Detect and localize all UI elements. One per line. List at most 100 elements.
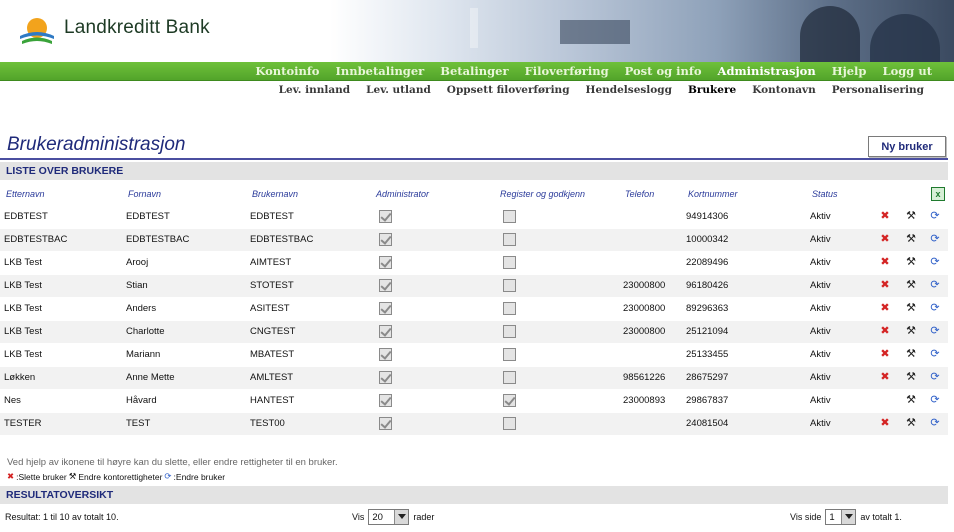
refresh-icon[interactable]: ⟳ <box>929 256 941 269</box>
column-header[interactable]: Kortnummer <box>688 189 738 199</box>
wrench-icon[interactable]: ⚒ <box>905 394 917 407</box>
wrench-icon[interactable]: ⚒ <box>905 302 917 315</box>
register-approve-checkbox[interactable] <box>503 302 516 315</box>
sub-nav-item[interactable]: Oppsett filoverføring <box>439 83 578 97</box>
administrator-checkbox[interactable] <box>379 256 392 269</box>
column-header[interactable]: Brukernavn <box>252 189 298 199</box>
delete-icon[interactable]: ✖ <box>879 210 891 223</box>
delete-icon[interactable]: ✖ <box>879 325 891 338</box>
refresh-icon[interactable]: ⟳ <box>929 233 941 246</box>
cell-kortnummer: 89296363 <box>686 303 729 314</box>
refresh-icon[interactable]: ⟳ <box>929 371 941 384</box>
wrench-icon[interactable]: ⚒ <box>905 417 917 430</box>
refresh-icon[interactable]: ⟳ <box>929 210 941 223</box>
administrator-checkbox[interactable] <box>379 371 392 384</box>
sub-nav-item[interactable]: Brukere <box>680 83 744 97</box>
main-nav-item[interactable]: Hjelp <box>824 64 875 79</box>
column-header[interactable]: Etternavn <box>6 189 45 199</box>
main-nav-item[interactable]: Betalinger <box>432 64 516 79</box>
refresh-icon[interactable]: ⟳ <box>929 279 941 292</box>
register-approve-checkbox[interactable] <box>503 394 516 407</box>
sub-nav: Lev. innland Lev. utland Oppsett filoverfø… <box>271 83 932 97</box>
cell-etternavn: TESTER <box>4 418 42 429</box>
column-header[interactable]: Fornavn <box>128 189 161 199</box>
cell-kortnummer: 10000342 <box>686 234 729 245</box>
sub-nav-item[interactable]: Hendelseslogg <box>578 83 680 97</box>
cell-fornavn: Charlotte <box>126 326 165 337</box>
sub-nav-item[interactable]: Lev. utland <box>358 83 439 97</box>
cell-telefon: 23000800 <box>623 280 666 291</box>
page-title: Brukeradministrasjon <box>7 134 186 155</box>
administrator-checkbox[interactable] <box>379 325 392 338</box>
administrator-checkbox[interactable] <box>379 417 392 430</box>
administrator-checkbox[interactable] <box>379 348 392 361</box>
cell-telefon: 23000893 <box>623 395 666 406</box>
main-nav-item[interactable]: Innbetalinger <box>327 64 432 79</box>
administrator-checkbox[interactable] <box>379 210 392 223</box>
administrator-checkbox[interactable] <box>379 279 392 292</box>
column-header[interactable]: Telefon <box>625 189 654 199</box>
refresh-icon[interactable]: ⟳ <box>929 417 941 430</box>
refresh-icon[interactable]: ⟳ <box>929 325 941 338</box>
main-nav-item[interactable]: Filoverføring <box>517 64 617 79</box>
cell-status: Aktiv <box>810 303 831 314</box>
table-row: Nes Håvard HANTEST 23000893 29867837 Aktiv ⚒ ⟳ <box>0 390 948 412</box>
wrench-icon[interactable]: ⚒ <box>905 210 917 223</box>
delete-icon[interactable]: ✖ <box>879 417 891 430</box>
sub-nav-item[interactable]: Personalisering <box>824 83 932 97</box>
register-approve-checkbox[interactable] <box>503 233 516 246</box>
administrator-checkbox[interactable] <box>379 233 392 246</box>
main-nav-item[interactable]: Post og info <box>617 64 710 79</box>
header: Landkreditt Bank <box>0 0 954 62</box>
register-approve-checkbox[interactable] <box>503 371 516 384</box>
column-header[interactable]: Administrator <box>376 189 429 199</box>
main-nav-item[interactable]: Administrasjon <box>710 64 824 79</box>
wrench-icon[interactable]: ⚒ <box>905 371 917 384</box>
delete-icon[interactable]: ✖ <box>879 233 891 246</box>
administrator-checkbox[interactable] <box>379 302 392 315</box>
cell-fornavn: Anders <box>126 303 157 314</box>
delete-icon[interactable]: ✖ <box>879 302 891 315</box>
administrator-checkbox[interactable] <box>379 394 392 407</box>
column-header[interactable]: Status <box>812 189 838 199</box>
rows-per-page-select[interactable]: 20 <box>368 509 410 525</box>
sub-nav-item[interactable]: Kontonavn <box>744 83 824 97</box>
delete-icon[interactable]: ✖ <box>879 371 891 384</box>
cell-status: Aktiv <box>810 326 831 337</box>
chevron-down-icon[interactable] <box>841 510 856 524</box>
register-approve-checkbox[interactable] <box>503 417 516 430</box>
refresh-icon[interactable]: ⟳ <box>929 348 941 361</box>
chevron-down-icon[interactable] <box>394 510 409 524</box>
register-approve-checkbox[interactable] <box>503 256 516 269</box>
table-row: LKB Test Arooj AIMTEST 22089496 Aktiv ✖ ⚒ ⟳ <box>0 252 948 274</box>
register-approve-checkbox[interactable] <box>503 325 516 338</box>
refresh-icon[interactable]: ⟳ <box>929 394 941 407</box>
new-user-button[interactable]: Ny bruker <box>868 136 946 157</box>
wrench-icon[interactable]: ⚒ <box>905 256 917 269</box>
register-approve-checkbox[interactable] <box>503 279 516 292</box>
wrench-icon[interactable]: ⚒ <box>905 279 917 292</box>
cell-status: Aktiv <box>810 234 831 245</box>
main-nav-item[interactable]: Kontoinfo <box>247 64 327 79</box>
column-header[interactable]: Register og godkjenn <box>500 189 585 199</box>
wrench-icon[interactable]: ⚒ <box>905 233 917 246</box>
sub-nav-item[interactable]: Lev. innland <box>271 83 358 97</box>
cell-brukernavn: EDBTESTBAC <box>250 234 314 245</box>
wrench-icon[interactable]: ⚒ <box>905 348 917 361</box>
register-approve-checkbox[interactable] <box>503 210 516 223</box>
delete-icon[interactable]: ✖ <box>879 256 891 269</box>
register-approve-checkbox[interactable] <box>503 348 516 361</box>
excel-icon[interactable]: x <box>931 187 945 201</box>
bank-logo[interactable]: Landkreditt Bank <box>18 8 228 52</box>
page-select[interactable]: 1 <box>825 509 857 525</box>
show-label: Vis <box>352 512 365 522</box>
page-select-value: 1 <box>829 511 835 523</box>
cell-fornavn: Håvard <box>126 395 157 406</box>
main-nav-item[interactable]: Logg ut <box>874 64 940 79</box>
banner-decoration <box>560 20 630 44</box>
wrench-icon[interactable]: ⚒ <box>905 325 917 338</box>
delete-icon[interactable]: ✖ <box>879 279 891 292</box>
refresh-icon[interactable]: ⟳ <box>929 302 941 315</box>
delete-icon[interactable]: ✖ <box>879 348 891 361</box>
table-row: Løkken Anne Mette AMLTEST 98561226 28675297 A… <box>0 367 948 389</box>
